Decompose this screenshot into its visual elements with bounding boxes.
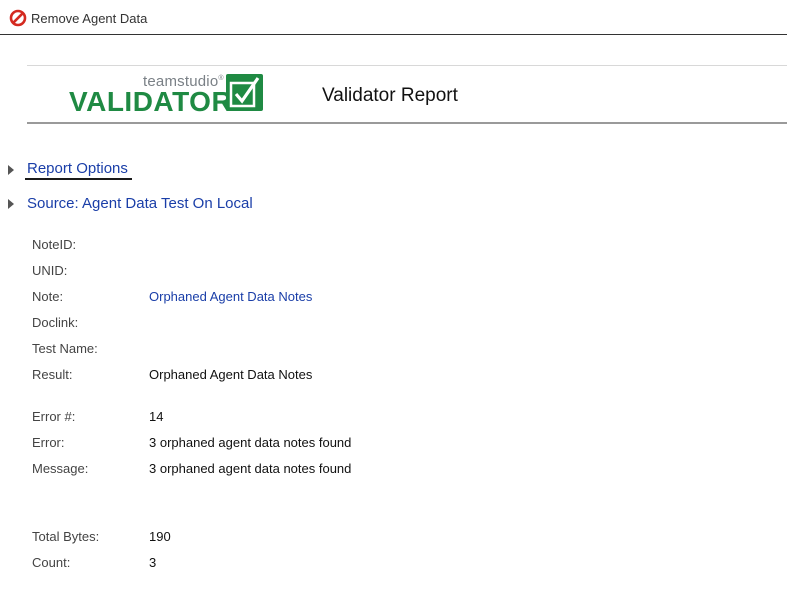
count-label: Count: [32, 555, 71, 570]
note-link[interactable]: Orphaned Agent Data Notes [149, 289, 312, 304]
doclink-label: Doclink: [32, 315, 79, 330]
message-label: Message: [32, 461, 89, 476]
error-value: 3 orphaned agent data notes found [149, 435, 352, 450]
unid-label: UNID: [32, 263, 68, 278]
report-banner: teamstudio® VALIDATOR Validator Report [27, 65, 787, 124]
total-bytes-value: 190 [149, 529, 171, 544]
note-label: Note: [32, 289, 64, 304]
expand-triangle-icon[interactable] [8, 198, 14, 209]
report-options-link[interactable]: Report Options [25, 160, 132, 180]
result-value: Orphaned Agent Data Notes [149, 367, 313, 382]
checkmark-box-icon [226, 74, 263, 111]
count-value: 3 [149, 555, 157, 570]
test-name-label: Test Name: [32, 341, 98, 356]
source-link[interactable]: Source: Agent Data Test On Local [27, 195, 253, 212]
error-number-value: 14 [149, 409, 164, 424]
logo-validator: VALIDATOR [69, 86, 233, 117]
total-bytes-label: Total Bytes: [32, 529, 100, 544]
result-label: Result: [32, 367, 73, 382]
error-number-label: Error #: [32, 409, 76, 424]
remove-agent-data-label: Remove Agent Data [31, 10, 148, 26]
message-value: 3 orphaned agent data notes found [149, 461, 352, 476]
expand-triangle-icon[interactable] [8, 165, 14, 175]
noteid-label: NoteID: [32, 237, 77, 252]
source-section[interactable]: Source: Agent Data Test On Local [8, 195, 253, 212]
remove-agent-data-button[interactable]: Remove Agent Data [9, 7, 147, 29]
report-options-section[interactable]: Report Options [8, 160, 132, 180]
prohibited-icon [9, 9, 27, 27]
toolbar: Remove Agent Data [0, 0, 787, 35]
report-title: Validator Report [322, 85, 458, 106]
error-label: Error: [32, 435, 65, 450]
